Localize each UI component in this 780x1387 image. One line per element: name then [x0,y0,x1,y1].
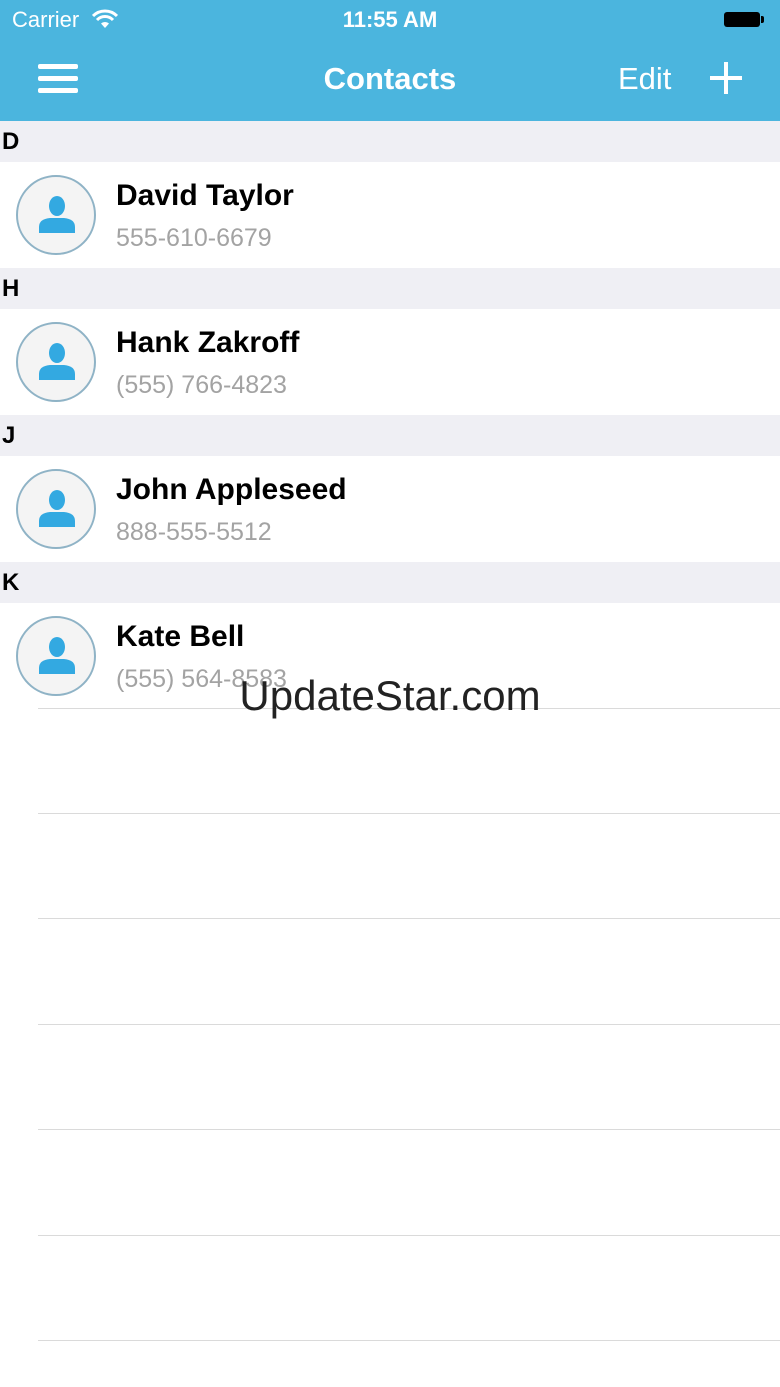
contact-name: David Taylor [116,179,294,212]
contact-phone: 555-610-6679 [116,224,272,252]
contact-row[interactable]: John Appleseed 888-555-5512 [0,456,780,562]
contact-row[interactable]: Kate Bell (555) 564-8583 [0,603,780,709]
person-silhouette-icon [39,637,75,674]
row-separator [38,1024,780,1025]
row-separator [38,1235,780,1236]
section-letter: K [2,569,20,596]
row-separator [38,1129,780,1130]
row-separator [38,813,780,814]
contact-row[interactable]: Hank Zakroff (555) 766-4823 [0,309,780,415]
person-silhouette-icon [39,196,75,233]
section-header-d: D [0,121,780,162]
section-letter: D [2,128,20,155]
avatar [16,322,96,402]
avatar [16,616,96,696]
section-letter: H [2,275,20,302]
navigation-header: Carrier 11:55 AM Contacts Edit [0,0,780,121]
section-header-k: K [0,562,780,603]
row-separator [38,708,780,709]
avatar [16,175,96,255]
avatar [16,469,96,549]
add-contact-button[interactable] [704,56,748,100]
row-separator [38,918,780,919]
person-silhouette-icon [39,343,75,380]
contact-phone: 888-555-5512 [116,518,272,546]
row-separator [38,1340,780,1341]
section-header-h: H [0,268,780,309]
contact-name: Kate Bell [116,620,245,653]
battery-icon [724,12,764,27]
contact-row[interactable]: David Taylor 555-610-6679 [0,162,780,268]
section-letter: J [2,422,16,449]
person-silhouette-icon [39,490,75,527]
contact-phone: (555) 564-8583 [116,665,287,693]
contact-name: Hank Zakroff [116,326,300,359]
contact-name: John Appleseed [116,473,347,506]
edit-button[interactable]: Edit [618,61,671,97]
plus-icon [710,62,742,94]
status-time: 11:55 AM [342,7,438,32]
contact-phone: (555) 766-4823 [116,371,287,399]
section-header-j: J [0,415,780,456]
